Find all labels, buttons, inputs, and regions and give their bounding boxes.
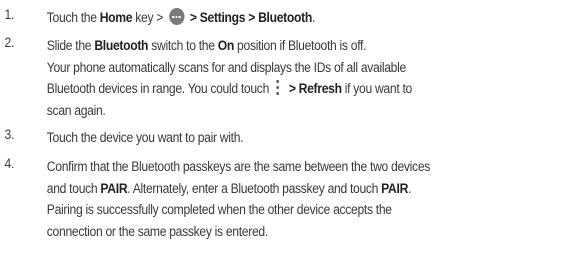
apps-dots-icon [168,8,185,25]
step-number: 2. [4,35,15,50]
bluetooth-label: Bluetooth [94,38,149,53]
step-text: Confirm that the Bluetooth passkeys are … [46,159,431,239]
step-text: Touch the Home key > > Settings > Blueto… [46,8,315,25]
pair-label: PAIR [381,180,409,196]
home-key-label: Home [99,10,133,25]
vertical-menu-icon [273,79,284,97]
step-number: 4. [4,156,15,171]
step-number: 1. [4,7,15,22]
refresh-label: > Refresh [288,81,342,96]
step-number: 3. [4,127,15,142]
on-label: On [217,38,235,53]
step-text: Slide the Bluetooth switch to the On pos… [46,38,412,118]
pair-label: PAIR [100,180,128,196]
settings-path: Settings > Bluetooth [199,10,312,25]
step-text: Touch the device you want to pair with. [46,130,244,145]
